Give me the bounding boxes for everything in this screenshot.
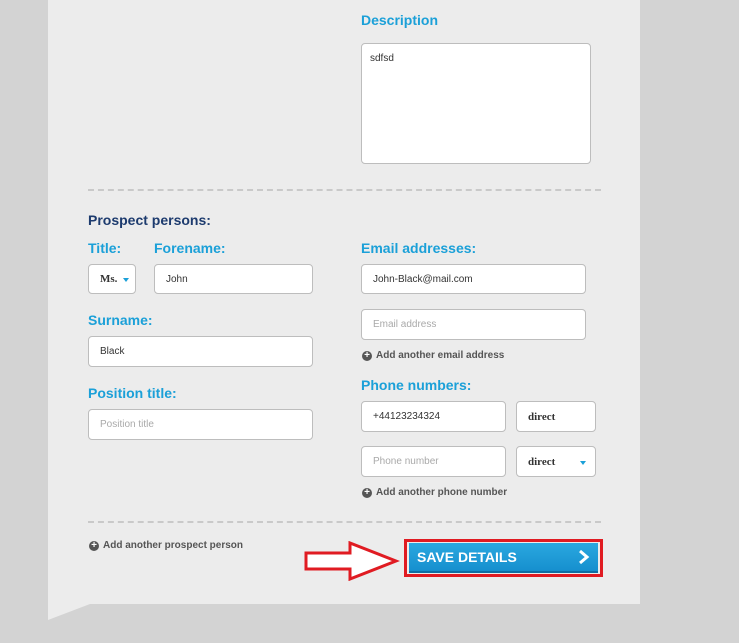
add-email-label: Add another email address — [376, 350, 505, 361]
add-email-link[interactable]: + Add another email address — [362, 350, 504, 361]
title-select-value: Ms. — [100, 273, 118, 285]
phone-input-2[interactable]: Phone number — [361, 446, 506, 477]
divider-top — [88, 189, 601, 191]
phone-input-1[interactable]: +44123234324 — [361, 401, 506, 432]
phone-type-select-2[interactable]: direct — [516, 446, 596, 477]
add-phone-label: Add another phone number — [376, 487, 508, 498]
phone-type-select-1[interactable]: direct — [516, 401, 596, 432]
add-prospect-person-link[interactable]: + Add another prospect person — [89, 540, 243, 551]
chevron-down-icon — [123, 278, 129, 282]
position-title-label: Position title: — [88, 385, 177, 401]
plus-circle-icon: + — [89, 540, 99, 551]
save-details-label: SAVE DETAILS — [417, 549, 517, 565]
forename-label: Forename: — [154, 240, 226, 256]
email-input-1[interactable]: John-Black@mail.com — [361, 264, 586, 294]
red-arrow-icon — [304, 541, 400, 581]
plus-circle-icon: + — [362, 487, 372, 498]
email-input-2[interactable]: Email address — [361, 309, 586, 340]
phone-type-2-value: direct — [528, 455, 556, 468]
description-label: Description — [361, 12, 439, 28]
description-textarea[interactable]: sdfsd — [361, 43, 591, 164]
plus-circle-icon: + — [362, 350, 372, 361]
prospect-section-title: Prospect persons: — [88, 212, 211, 228]
position-title-input[interactable]: Position title — [88, 409, 313, 440]
divider-bottom — [88, 521, 601, 523]
chevron-right-icon — [579, 549, 590, 565]
forename-input[interactable]: John — [154, 264, 313, 294]
surname-label: Surname: — [88, 312, 153, 328]
phone-label: Phone numbers: — [361, 377, 472, 393]
phone-type-1-value: direct — [528, 410, 556, 423]
title-label: Title: — [88, 240, 122, 256]
add-prospect-person-label: Add another prospect person — [103, 540, 244, 551]
surname-input[interactable]: Black — [88, 336, 313, 367]
title-select[interactable]: Ms. — [88, 264, 136, 294]
chevron-down-icon — [580, 461, 586, 465]
email-label: Email addresses: — [361, 240, 477, 256]
add-phone-link[interactable]: + Add another phone number — [362, 487, 507, 498]
panel-notch — [48, 604, 90, 620]
save-details-button[interactable]: SAVE DETAILS — [409, 543, 598, 573]
